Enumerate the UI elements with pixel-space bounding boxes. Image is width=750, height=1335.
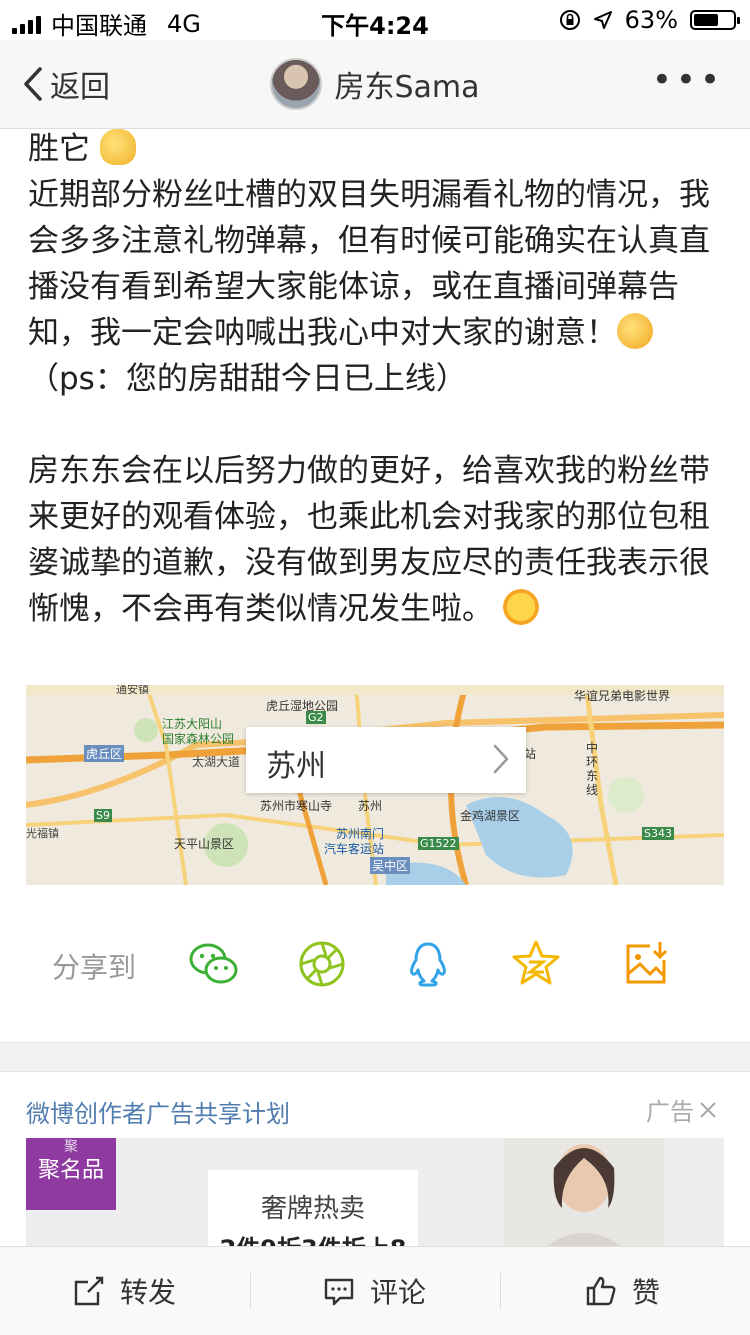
map-label-ring: 中环东线	[586, 741, 599, 797]
comment-button[interactable]: 评论	[322, 1247, 426, 1335]
map-label-g2: G2	[306, 711, 326, 724]
share-row: 分享到	[0, 930, 750, 1000]
map-label-hanshan: 苏州市寒山寺	[260, 799, 333, 813]
map-label-tongan: 通安镇	[116, 685, 149, 696]
bar-divider	[500, 1273, 501, 1309]
rotation-lock-icon	[559, 10, 580, 30]
comment-label: 评论	[370, 1276, 427, 1309]
map-city-label: 苏州	[266, 749, 326, 784]
ad-brand-small: 聚	[64, 1139, 78, 1155]
model-image	[504, 1138, 664, 1248]
map-label-huqiu-park: 虎丘湿地公园	[266, 699, 339, 713]
nav-title: 房东Sama	[334, 70, 480, 105]
bottom-action-bar: 转发 评论 赞	[0, 1246, 750, 1335]
map-label-wuzhong: 吴中区	[370, 857, 411, 874]
map-label-bus-station: 汽车客运站	[324, 842, 385, 856]
save-image-icon[interactable]	[620, 938, 672, 990]
sun-emoji-icon	[502, 589, 539, 625]
kiss-emoji-icon	[617, 313, 653, 349]
qq-icon[interactable]	[402, 938, 454, 990]
thumbs-up-icon	[586, 1276, 616, 1306]
map-label-s9: S9	[94, 809, 112, 822]
avatar[interactable]	[270, 58, 323, 110]
post-content: 胜它 近期部分粉丝吐槽的双目失明漏看礼物的情况，我会多多注意礼物弹幕，但有时候可…	[28, 126, 728, 632]
section-divider	[0, 1042, 750, 1072]
map-label-taihu: 太湖大道	[192, 755, 241, 769]
map-label-guangfu: 光福镇	[26, 827, 59, 840]
post-paragraph-1-tail: （ps：您的房甜甜今日已上线）	[28, 361, 467, 397]
map-label-jinji: 金鸡湖景区	[460, 809, 521, 823]
location-map[interactable]: 虎丘湿地公园 江苏大阳山 国家森林公园 虎丘区 太湖大道 通安镇 光福镇 S9 …	[26, 685, 724, 885]
map-label-park2: 国家森林公园	[162, 732, 235, 746]
map-label-g1522: G1522	[418, 837, 459, 850]
map-label-suzhou: 苏州	[358, 799, 383, 813]
share-label: 分享到	[52, 951, 137, 984]
comment-icon	[324, 1278, 354, 1306]
more-dots-icon[interactable]: •••	[652, 60, 724, 100]
post-paragraph-2: 房东东会在以后努力做的更好，给喜欢我的粉丝带来更好的观看体验，也乘此机会对我家的…	[28, 448, 728, 632]
close-icon[interactable]	[698, 1100, 718, 1120]
ad-brand-name: 聚名品	[37, 1158, 104, 1183]
ad-title[interactable]: 微博创作者广告共享计划	[26, 1094, 290, 1129]
ad-tag-label: 广告	[646, 1098, 694, 1126]
wechat-icon[interactable]	[188, 938, 240, 990]
ad-banner[interactable]: 聚 聚名品 奢牌热卖 2件9折3件折上8折	[26, 1138, 724, 1248]
map-label-tianping: 天平山景区	[174, 837, 235, 851]
post-line-0: 胜它	[28, 126, 728, 172]
post-paragraph-2-text: 房东东会在以后努力做的更好，给喜欢我的粉丝带来更好的观看体验，也乘此机会对我家的…	[28, 453, 710, 627]
map-label-huqiu-district: 虎丘区	[84, 745, 125, 762]
battery-percent: 63%	[624, 6, 678, 34]
map-label-huayi: 华谊兄弟电影世界	[574, 689, 671, 703]
moments-icon[interactable]	[296, 938, 348, 990]
post-paragraph-1-text: 近期部分粉丝吐槽的双目失明漏看礼物的情况，我会多多注意礼物弹幕，但有时候可能确实…	[28, 177, 710, 351]
ad-headline: 奢牌热卖	[260, 1194, 365, 1224]
post-paragraph-1: 近期部分粉丝吐槽的双目失明漏看礼物的情况，我会多多注意礼物弹幕，但有时候可能确实…	[28, 172, 728, 402]
ad-tag[interactable]: 广告	[646, 1092, 718, 1127]
repost-label: 转发	[120, 1276, 177, 1309]
battery-icon	[690, 10, 740, 30]
status-right: 63%	[559, 6, 740, 34]
map-label-s343: S343	[642, 827, 674, 840]
post-line-0-text: 胜它	[28, 131, 90, 167]
bar-divider	[250, 1273, 251, 1309]
nav-user[interactable]: 房东Sama	[0, 58, 750, 110]
location-icon	[593, 11, 612, 29]
repost-button[interactable]: 转发	[72, 1247, 176, 1335]
map-location-card[interactable]: 苏州	[246, 727, 526, 793]
shy-emoji-icon	[99, 129, 136, 165]
qzone-icon[interactable]	[510, 938, 562, 990]
chevron-right-icon	[493, 744, 509, 774]
like-button[interactable]: 赞	[584, 1247, 660, 1335]
nav-bar: 返回 房东Sama •••	[0, 40, 750, 129]
repost-icon	[74, 1276, 104, 1306]
ad-brand-logo: 聚 聚名品	[26, 1138, 116, 1210]
like-label: 赞	[632, 1276, 661, 1309]
ad-card: 奢牌热卖 2件9折3件折上8折	[208, 1170, 418, 1248]
status-bar: 中国联通 4G 下午4:24 63%	[0, 0, 750, 40]
